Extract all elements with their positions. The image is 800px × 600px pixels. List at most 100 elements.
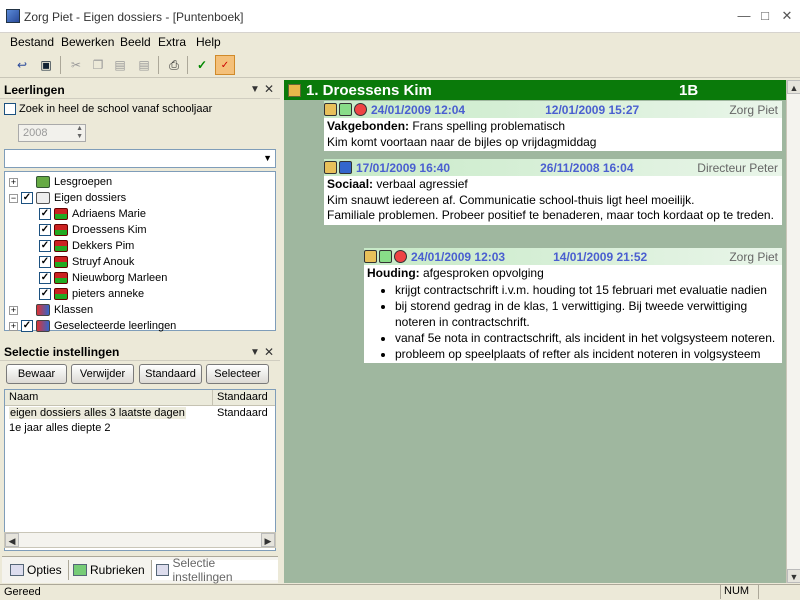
list-item: vanaf 5e nota in contractschrift, als in…	[395, 330, 779, 346]
note-icon	[324, 161, 337, 174]
note-icon	[324, 103, 337, 116]
selecteer-button[interactable]: Selecteer	[206, 364, 269, 384]
stepper-arrows-icon[interactable]: ▲ ▼	[76, 125, 83, 141]
dossier-entry[interactable]: 24/01/2009 12:03 14/01/2009 21:52 Zorg P…	[364, 248, 782, 363]
tab-rubrieken[interactable]: Rubrieken	[68, 560, 149, 580]
table-row[interactable]: eigen dossiers alles 3 laatste dagen Sta…	[5, 406, 275, 421]
vertical-scrollbar[interactable]: ▲ ▼	[786, 80, 800, 583]
cut-icon[interactable]: ✂	[66, 55, 86, 75]
paste-icon[interactable]: ▤	[110, 55, 130, 75]
panel-dropdown-icon[interactable]: ▼	[250, 84, 260, 95]
close-icon[interactable]: ✕	[777, 7, 797, 25]
list-item: probleem op speelplaats of refter als in…	[395, 346, 779, 362]
tree-item-student[interactable]: ✓ pieters anneke	[9, 286, 271, 302]
menu-beeld[interactable]: Beeld	[120, 35, 151, 49]
scroll-right-icon[interactable]: ▶	[261, 533, 275, 547]
tab-label: Opties	[27, 563, 62, 577]
tree-item-student[interactable]: ✓ Adriaens Marie	[9, 206, 271, 222]
status-text: Gereed	[4, 586, 41, 598]
folder-icon	[36, 192, 50, 204]
horizontal-scrollbar[interactable]: ◀ ▶	[4, 532, 276, 548]
standaard-button[interactable]: Standaard	[139, 364, 202, 384]
scroll-down-icon[interactable]: ▼	[787, 569, 800, 583]
tree-item-student[interactable]: ✓ Nieuwborg Marleen	[9, 270, 271, 286]
student-name: 1. Droessens Kim	[306, 81, 432, 99]
clipboard-icon[interactable]: ▤	[134, 55, 154, 75]
menu-help[interactable]: Help	[196, 35, 221, 49]
student-folder-icon	[288, 83, 301, 97]
year-stepper[interactable]: 2008 ▲ ▼	[18, 124, 86, 142]
tab-selectie-instellingen[interactable]: Selectie instellingen	[151, 556, 278, 584]
entry-summary: Frans spelling problematisch	[412, 119, 566, 133]
chevron-down-icon[interactable]: ▼	[263, 153, 272, 163]
tree-checkbox[interactable]: ✓	[21, 320, 33, 332]
entry-category: Houding:	[367, 266, 420, 280]
tab-opties[interactable]: Opties	[6, 560, 66, 580]
menu-bar: Bestand Bewerken Beeld Extra Help	[0, 33, 800, 52]
student-icon	[54, 240, 68, 252]
status-panel	[758, 585, 778, 599]
tree-item-student[interactable]: ✓ Dekkers Pim	[9, 238, 271, 254]
panel-close-icon[interactable]: ✕	[264, 345, 274, 359]
entry-category: Sociaal:	[327, 177, 374, 191]
verwijder-button[interactable]: Verwijder	[71, 364, 134, 384]
maximize-icon[interactable]: □	[755, 7, 775, 25]
tree-label: Geselecteerde leerlingen	[54, 320, 177, 332]
menu-bestand[interactable]: Bestand	[10, 35, 54, 49]
column-header-standaard[interactable]: Standaard	[213, 390, 275, 406]
tree-item-student[interactable]: ✓ Struyf Anouk	[9, 254, 271, 270]
entry-text: Kim snauwt iedereen af. Communicatie sch…	[327, 192, 695, 207]
tree-item-geselecteerde[interactable]: + ✓ Geselecteerde leerlingen	[9, 318, 271, 334]
bewaar-button[interactable]: Bewaar	[6, 364, 67, 384]
expand-icon[interactable]: +	[9, 305, 18, 315]
tree-checkbox[interactable]: ✓	[39, 240, 51, 252]
menu-extra[interactable]: Extra	[158, 35, 186, 49]
tree-checkbox[interactable]: ✓	[39, 224, 51, 236]
print-icon[interactable]: ⎙	[164, 55, 184, 75]
tree-checkbox[interactable]: ✓	[39, 256, 51, 268]
panel-close-icon[interactable]: ✕	[264, 82, 274, 96]
book-icon	[379, 250, 392, 263]
selection-table: Naam Standaard eigen dossiers alles 3 la…	[4, 389, 276, 551]
abc-spellcheck-icon[interactable]: ✓	[215, 55, 235, 75]
panel-dropdown-icon[interactable]: ▼	[250, 347, 260, 358]
year-value: 2008	[23, 127, 48, 139]
tree-item-klassen[interactable]: + Klassen	[9, 302, 271, 318]
alert-icon	[354, 103, 367, 116]
entry-summary: verbaal agressief	[376, 177, 468, 191]
filter-dropdown[interactable]: ▼	[4, 149, 276, 168]
tree-checkbox[interactable]: ✓	[39, 208, 51, 220]
expand-icon[interactable]: +	[9, 321, 18, 331]
scroll-left-icon[interactable]: ◀	[5, 533, 19, 547]
selectie-title: Selectie instellingen	[4, 345, 120, 359]
tree-checkbox[interactable]: ✓	[39, 272, 51, 284]
toolbar-separator	[187, 56, 188, 74]
scroll-up-icon[interactable]: ▲	[787, 80, 800, 94]
back-icon[interactable]: ↩	[12, 55, 32, 75]
dossier-entry[interactable]: 17/01/2009 16:40 26/11/2008 16:04 Direct…	[324, 159, 782, 225]
column-header-naam[interactable]: Naam	[5, 390, 213, 406]
tree-item-lesgroepen[interactable]: + Lesgroepen	[9, 174, 271, 190]
minimize-icon[interactable]: —	[734, 7, 754, 25]
search-school-option[interactable]: Zoek in heel de school vanaf schooljaar	[4, 103, 212, 115]
check-icon[interactable]: ✓	[192, 55, 212, 75]
save-icon[interactable]: ▣	[36, 55, 56, 75]
expand-icon[interactable]: +	[9, 177, 18, 187]
status-bar: Gereed NUM	[0, 584, 800, 600]
dossier-view: 1. Droessens Kim 1B 24/01/2009 12:04 12/…	[284, 80, 786, 583]
table-row[interactable]: 1e jaar alles diepte 2	[5, 421, 275, 436]
tree-label: Eigen dossiers	[54, 192, 127, 204]
tree-checkbox[interactable]: ✓	[39, 288, 51, 300]
rubrieken-icon	[73, 564, 87, 576]
copy-icon[interactable]: ❐	[88, 55, 108, 75]
tree-item-student[interactable]: ✓ Droessens Kim	[9, 222, 271, 238]
tree-item-eigen-dossiers[interactable]: − ✓ Eigen dossiers	[9, 190, 271, 206]
search-school-checkbox[interactable]	[4, 103, 16, 115]
toolbar-separator	[158, 56, 159, 74]
entry-author: Zorg Piet	[729, 102, 778, 117]
selected-students-icon	[36, 320, 50, 332]
dossier-entry[interactable]: 24/01/2009 12:04 12/01/2009 15:27 Zorg P…	[324, 101, 782, 151]
menu-bewerken[interactable]: Bewerken	[61, 35, 114, 49]
tree-checkbox[interactable]: ✓	[21, 192, 33, 204]
collapse-icon[interactable]: −	[9, 193, 18, 203]
